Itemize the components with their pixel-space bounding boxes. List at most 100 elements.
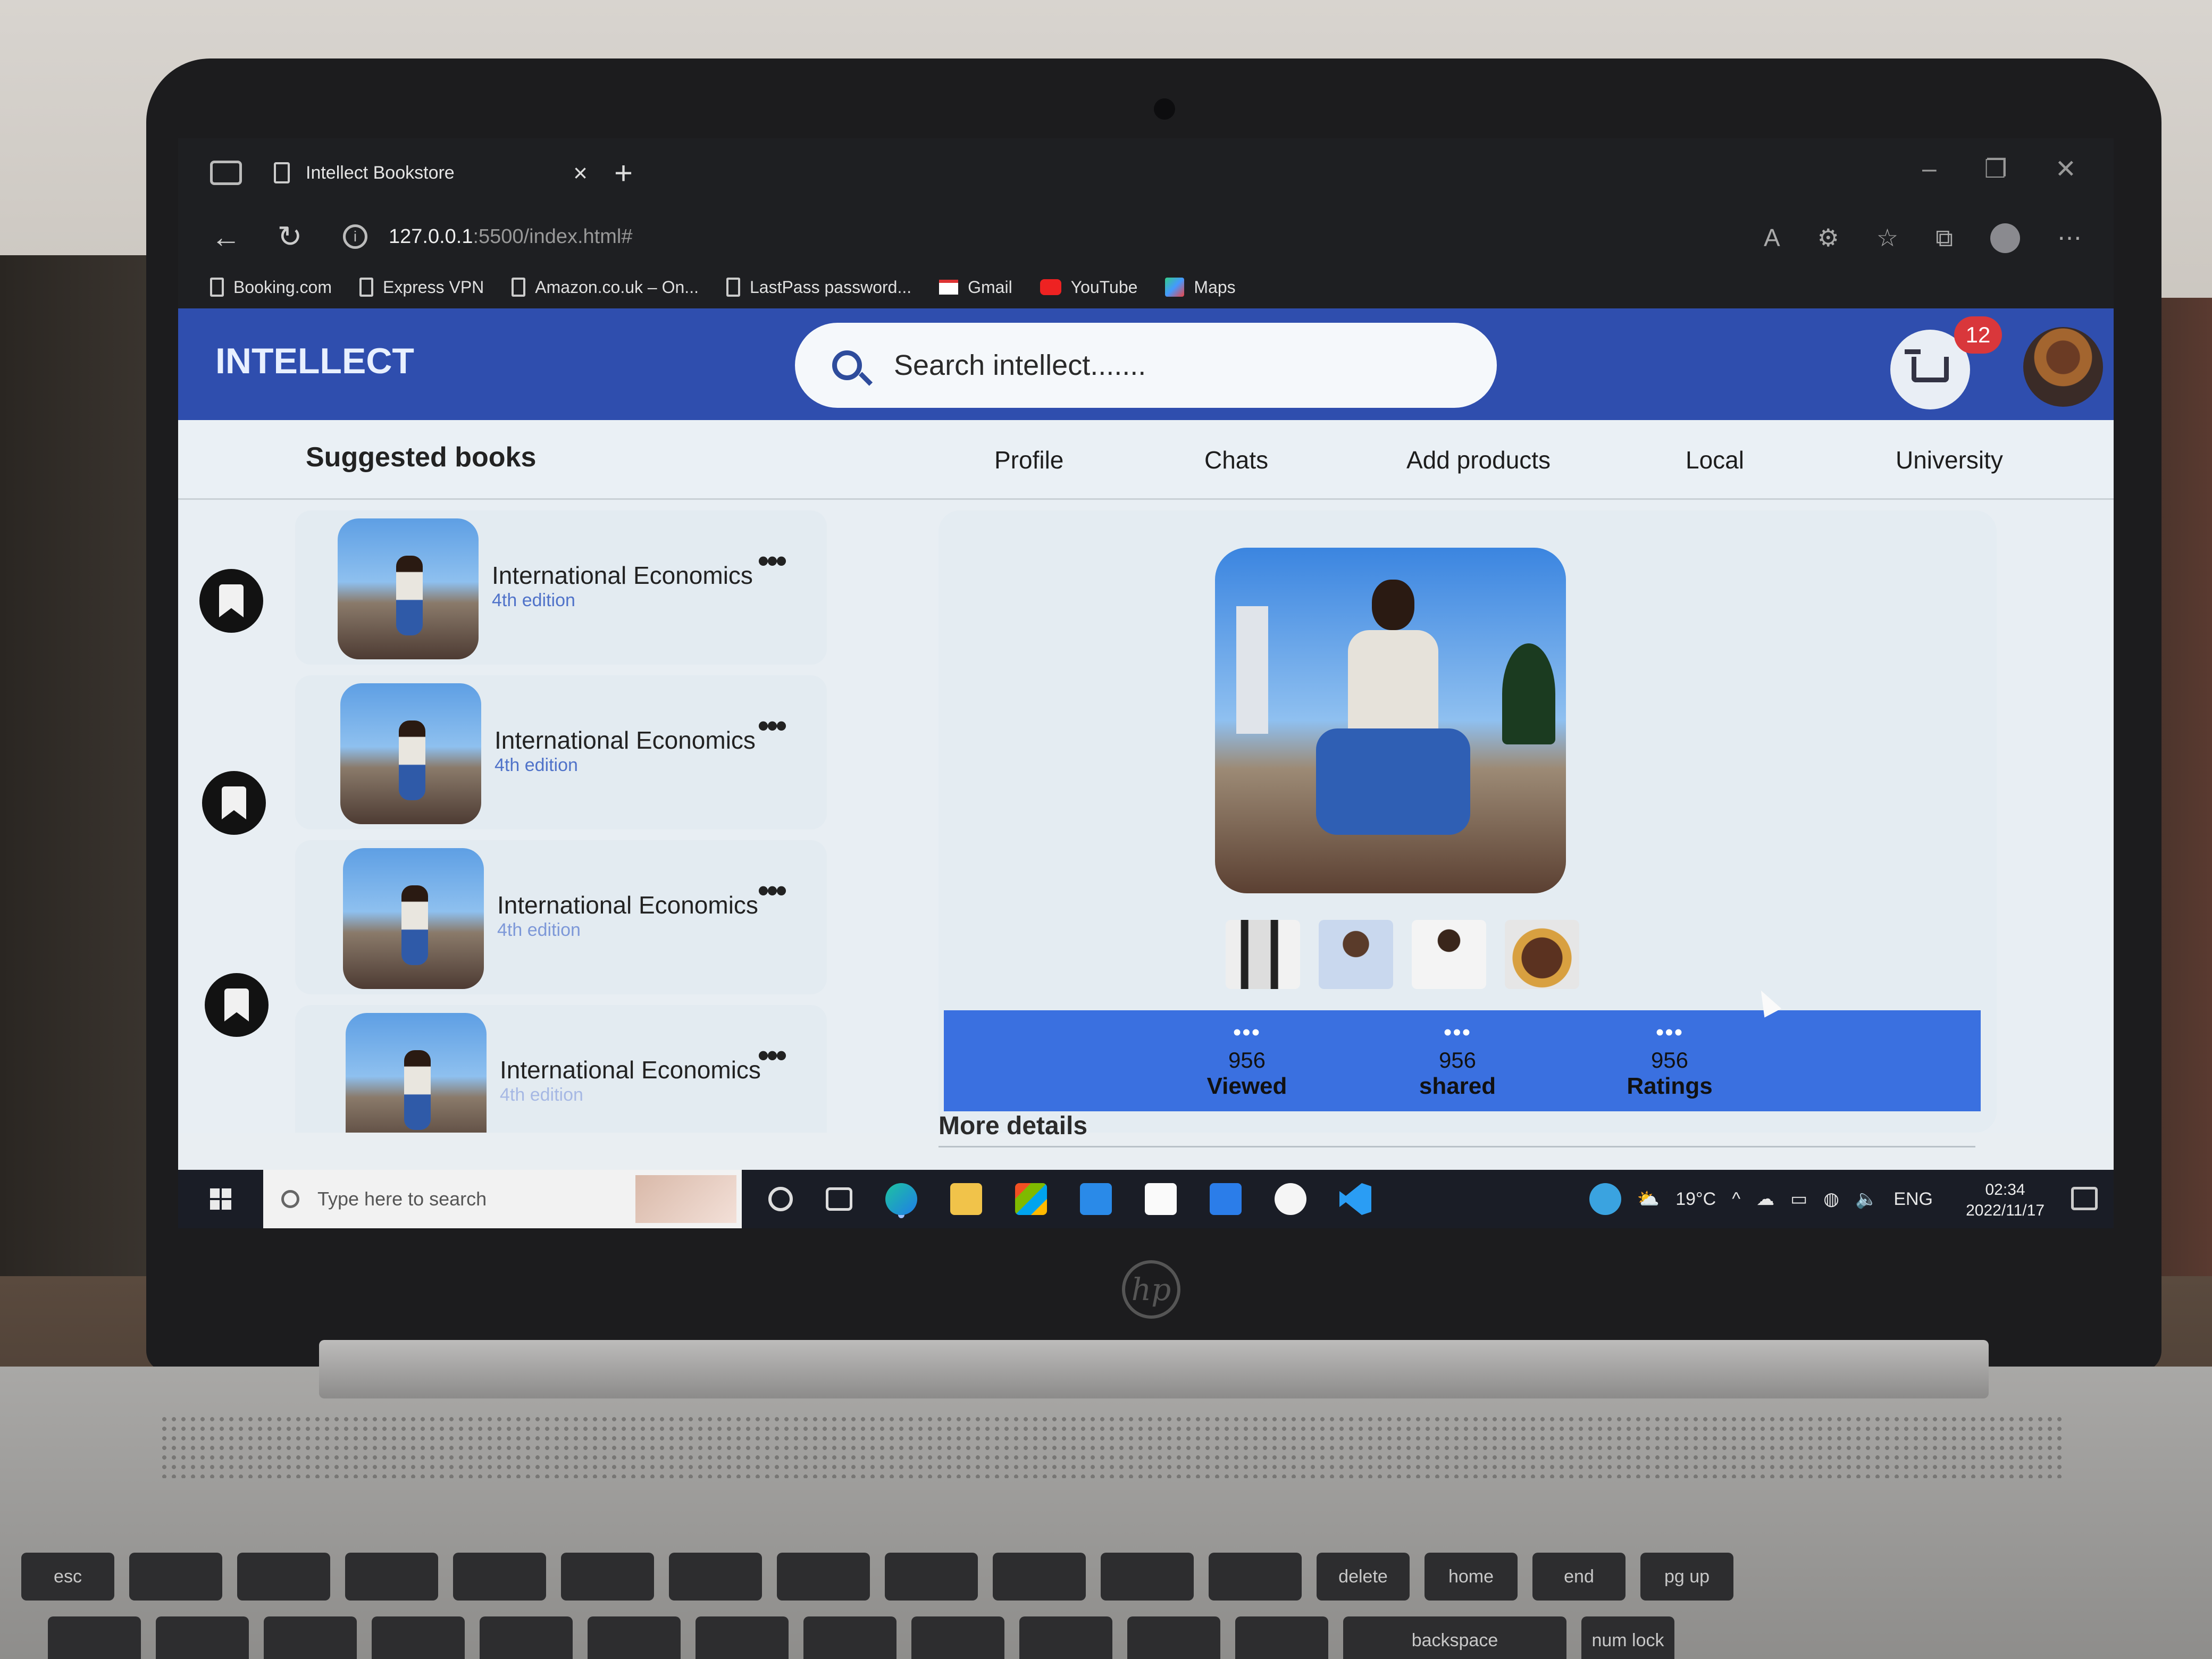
nav-university[interactable]: University — [1896, 446, 2003, 474]
browser-profile-icon[interactable] — [1990, 223, 2020, 253]
bookmark-button[interactable] — [199, 569, 263, 633]
bookmark-button[interactable] — [205, 973, 269, 1037]
network-icon[interactable]: ◍ — [1823, 1188, 1839, 1210]
task-view-icon[interactable] — [826, 1187, 852, 1211]
dropbox-icon[interactable] — [1210, 1183, 1242, 1215]
stat-label: Viewed — [1206, 1073, 1287, 1099]
bookmark-label: Express VPN — [382, 277, 484, 297]
close-window-icon[interactable]: ✕ — [2055, 154, 2076, 184]
search-icon[interactable] — [832, 350, 862, 380]
github-icon[interactable] — [1275, 1183, 1306, 1215]
mail-icon[interactable] — [1080, 1183, 1112, 1215]
keyboard-key: home — [1425, 1553, 1518, 1601]
site-info-icon[interactable]: i — [343, 224, 367, 249]
bookmark-gmail[interactable]: Gmail — [939, 278, 1012, 297]
page-icon — [274, 162, 290, 183]
volume-icon[interactable]: 🔈 — [1855, 1188, 1878, 1210]
hp-logo: hp — [1122, 1260, 1180, 1319]
suggested-books-list: International Economics 4th edition ••• … — [284, 500, 933, 1133]
browser-tab[interactable]: Intellect Bookstore × — [274, 149, 588, 197]
book-cover-image — [340, 683, 481, 824]
nav-local[interactable]: Local — [1686, 446, 1744, 474]
file-explorer-icon[interactable] — [950, 1183, 982, 1215]
book-title: International Economics — [500, 1056, 761, 1084]
more-options-icon[interactable]: ••• — [758, 542, 787, 579]
more-options-icon[interactable]: ••• — [758, 872, 787, 909]
book-card[interactable]: International Economics 4th edition ••• — [295, 675, 827, 830]
keyboard-key — [129, 1553, 222, 1601]
bookmark-youtube[interactable]: YouTube — [1040, 278, 1137, 297]
thumbnail-image[interactable] — [1226, 920, 1300, 989]
stat-value: 956 — [1650, 1048, 1689, 1073]
windows-taskbar: Type here to search ⛅ 19°C ^ ☁ ▭ ◍ 🔈 ENG — [178, 1170, 2114, 1228]
search-input[interactable] — [894, 349, 1452, 382]
chevron-up-icon[interactable]: ^ — [1732, 1189, 1740, 1210]
favorites-icon[interactable]: ☆ — [1876, 223, 1898, 253]
book-stats-bar: ••• 956 Viewed ••• 956 shared ••• 956 Ra… — [944, 1010, 1981, 1111]
tab-actions-icon[interactable] — [210, 161, 242, 185]
close-tab-icon[interactable]: × — [573, 158, 588, 187]
vscode-icon[interactable] — [1339, 1183, 1371, 1215]
brand-logo[interactable]: INTELLECT — [215, 340, 414, 382]
keyboard-key — [1019, 1616, 1112, 1659]
weather-icon[interactable]: ⛅ — [1637, 1188, 1660, 1210]
bookmark-icon — [224, 988, 249, 1021]
more-options-icon[interactable]: ⋯ — [2057, 223, 2082, 253]
site-header: INTELLECT 12 — [178, 308, 2114, 420]
book-card[interactable]: International Economics 4th edition ••• — [295, 1005, 827, 1133]
thumbnail-image[interactable] — [1412, 920, 1486, 989]
cart-icon — [1905, 349, 1949, 382]
more-options-icon[interactable]: ••• — [758, 707, 787, 744]
notification-icon[interactable] — [2071, 1187, 2098, 1210]
book-card[interactable]: International Economics 4th edition ••• — [295, 510, 827, 665]
page-icon — [512, 278, 526, 297]
bookmark-expressvpn[interactable]: Express VPN — [359, 278, 484, 297]
windows-start-icon[interactable] — [210, 1188, 231, 1210]
nav-add-products[interactable]: Add products — [1406, 446, 1551, 474]
store-icon[interactable] — [1015, 1183, 1047, 1215]
bookmark-amazon[interactable]: Amazon.co.uk – On... — [512, 278, 699, 297]
image-thumbnails — [1226, 920, 1579, 989]
stat-ratings: ••• 956 Ratings — [1590, 1021, 1749, 1100]
cortana-icon[interactable] — [768, 1187, 793, 1211]
thumbnail-image[interactable] — [1319, 920, 1393, 989]
bookmark-lastpass[interactable]: LastPass password... — [726, 278, 911, 297]
back-arrow-icon[interactable]: ← — [210, 220, 242, 254]
new-tab-button[interactable]: + — [614, 155, 633, 191]
edge-icon[interactable] — [885, 1183, 917, 1215]
user-avatar[interactable] — [2023, 327, 2103, 407]
temperature[interactable]: 19°C — [1675, 1189, 1716, 1210]
bookmark-label: Gmail — [968, 277, 1012, 297]
amazon-icon[interactable] — [1145, 1183, 1177, 1215]
url-field[interactable]: 127.0.0.1:5500/index.html# — [389, 225, 632, 248]
battery-icon[interactable]: ▭ — [1790, 1188, 1807, 1210]
help-icon[interactable] — [1589, 1183, 1621, 1215]
bookmark-maps[interactable]: Maps — [1165, 278, 1236, 297]
laptop-hinge — [319, 1340, 1989, 1398]
stat-label: Ratings — [1627, 1073, 1713, 1099]
minimize-icon[interactable]: – — [1922, 154, 1937, 184]
keyboard-deck — [0, 1367, 2212, 1659]
onedrive-icon[interactable]: ☁ — [1756, 1188, 1774, 1210]
bookmark-button[interactable] — [202, 771, 266, 835]
taskbar-clock[interactable]: 02:34 2022/11/17 — [1966, 1179, 2045, 1221]
restore-icon[interactable]: ❐ — [1984, 154, 2007, 184]
keyboard-key — [911, 1616, 1004, 1659]
taskbar-search[interactable]: Type here to search — [263, 1170, 742, 1228]
clock-date: 2022/11/17 — [1966, 1202, 2045, 1219]
collections-icon[interactable]: ⧉ — [1936, 223, 1953, 253]
extension-icon[interactable]: ⚙ — [1817, 223, 1839, 253]
read-aloud-icon[interactable]: A — [1764, 223, 1780, 253]
bookmark-booking[interactable]: Booking.com — [210, 278, 332, 297]
thumbnail-image[interactable] — [1505, 920, 1579, 989]
reload-icon[interactable]: ↻ — [274, 219, 306, 254]
language-indicator[interactable]: ENG — [1893, 1189, 1933, 1210]
nav-profile[interactable]: Profile — [994, 446, 1063, 474]
divider — [939, 1146, 1975, 1147]
book-card[interactable]: International Economics 4th edition ••• — [295, 840, 827, 994]
keyboard-key — [993, 1553, 1086, 1601]
taskbar-apps — [768, 1183, 1371, 1215]
nav-chats[interactable]: Chats — [1204, 446, 1268, 474]
more-options-icon[interactable]: ••• — [758, 1037, 787, 1074]
more-details-heading[interactable]: More details — [939, 1111, 1087, 1141]
